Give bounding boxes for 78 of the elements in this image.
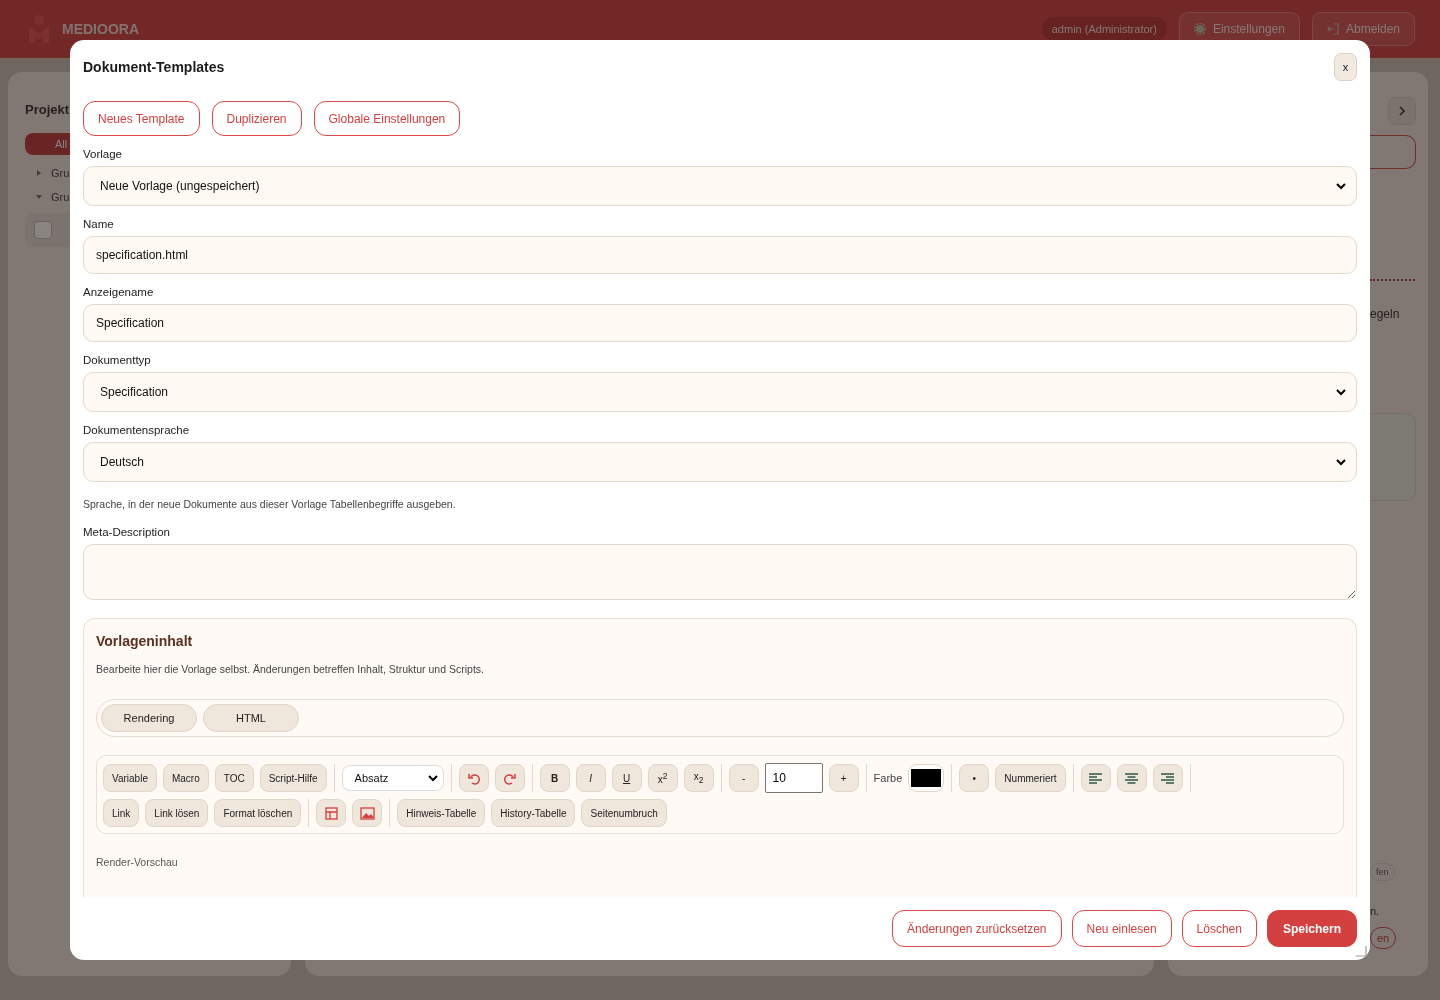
footer-button[interactable]: Änderungen zurücksetzen bbox=[892, 910, 1062, 947]
align-center-button[interactable] bbox=[1116, 764, 1147, 792]
hint-text: Sprache, in der neue Dokumente aus dieser Vorlage Tabellenbegriffe ausgeben. bbox=[83, 498, 457, 510]
field-label: Anzeigename bbox=[83, 286, 155, 298]
toolbar-button[interactable]: Hinweis-Tabelle bbox=[397, 799, 486, 827]
paragraph-select[interactable]: Absatz bbox=[341, 765, 444, 791]
section-title: Vorlageninhalt bbox=[96, 633, 194, 649]
align-right-button[interactable] bbox=[1152, 764, 1183, 792]
toolbar-button[interactable]: Link bbox=[103, 799, 140, 827]
toolbar-button[interactable]: TOC bbox=[214, 764, 254, 792]
save-button[interactable]: Speichern bbox=[1266, 910, 1357, 947]
resize-grip-icon bbox=[1355, 945, 1367, 957]
brand-name: MEDIOORA bbox=[62, 21, 139, 37]
action-button[interactable]: Globale Einstellungen bbox=[313, 101, 461, 136]
align-right-icon bbox=[1161, 772, 1175, 784]
rule-label: egeln bbox=[1370, 307, 1400, 321]
align-center-icon bbox=[1125, 772, 1139, 784]
image-icon bbox=[359, 806, 375, 820]
color-picker[interactable] bbox=[908, 764, 945, 792]
toolbar-button[interactable]: Nummeriert bbox=[995, 764, 1066, 792]
chevron-button[interactable] bbox=[1388, 97, 1416, 125]
field-label: Name bbox=[83, 218, 115, 230]
font-size-field[interactable]: 10 bbox=[764, 763, 823, 793]
input-field[interactable]: Specification bbox=[83, 304, 1357, 342]
toolbar-button[interactable]: • bbox=[959, 764, 990, 792]
panel-title: Projekt bbox=[25, 102, 70, 117]
close-button[interactable]: x bbox=[1334, 53, 1357, 81]
tab[interactable]: Rendering bbox=[101, 704, 197, 732]
field-label: Dokumenttyp bbox=[83, 354, 152, 366]
chevron-down-icon bbox=[1336, 182, 1346, 190]
footer-button[interactable]: Löschen bbox=[1181, 910, 1257, 947]
align-left-icon bbox=[1089, 772, 1103, 784]
user-badge: admin (Administrator) bbox=[1041, 17, 1167, 41]
align-left-button[interactable] bbox=[1080, 764, 1111, 792]
chevron-down-icon bbox=[1336, 388, 1346, 396]
toolbar-button[interactable]: Macro bbox=[162, 764, 209, 792]
toolbar-button[interactable]: Format löschen bbox=[214, 799, 302, 827]
select-field[interactable]: Specification bbox=[83, 372, 1357, 412]
logout-icon bbox=[1326, 23, 1339, 35]
input-field[interactable]: specification.html bbox=[83, 236, 1357, 274]
preview-label: Render-Vorschau bbox=[96, 856, 179, 868]
checkbox[interactable] bbox=[34, 221, 52, 239]
field-label: Vorlage bbox=[83, 148, 123, 160]
chevron-down-icon bbox=[427, 774, 438, 782]
select-field[interactable]: Deutsch bbox=[83, 442, 1357, 482]
underline-button[interactable]: U bbox=[611, 764, 642, 792]
table-icon bbox=[324, 806, 338, 820]
section-description: Bearbeite hier die Vorlage selbst. Änderungen betreffen Inhalt, Struktur und Scripts. bbox=[96, 663, 485, 675]
chevron-icon bbox=[1398, 106, 1406, 116]
action-button[interactable]: Neues Template bbox=[83, 101, 200, 136]
redo-button[interactable] bbox=[494, 764, 525, 792]
color-label: Farbe bbox=[873, 772, 903, 784]
field-label: Meta-Description bbox=[83, 526, 171, 538]
table-button[interactable] bbox=[316, 799, 347, 827]
toolbar-button[interactable]: Seitenumbruch bbox=[581, 799, 667, 827]
toolbar-button[interactable]: x$^{2}$ bbox=[647, 764, 678, 792]
settings-icon bbox=[1193, 23, 1206, 35]
toolbar-button[interactable]: + bbox=[828, 764, 859, 792]
toolbar-button[interactable]: Link lösen bbox=[145, 799, 209, 827]
select-field[interactable]: Neue Vorlage (ungespeichert) bbox=[83, 166, 1357, 206]
toolbar-button[interactable]: - bbox=[728, 764, 759, 792]
field-label: Dokumentensprache bbox=[83, 424, 191, 436]
note-text: n. bbox=[1370, 905, 1380, 917]
toolbar-button[interactable]: History-Tabelle bbox=[491, 799, 576, 827]
bold-button[interactable]: B bbox=[539, 764, 570, 792]
toolbar-button[interactable]: Variable bbox=[103, 764, 157, 792]
image-button[interactable] bbox=[352, 799, 383, 827]
toolbar-button[interactable]: Script-Hilfe bbox=[259, 764, 327, 792]
footer-button[interactable]: Neu einlesen bbox=[1071, 910, 1172, 947]
undo-button[interactable] bbox=[458, 764, 489, 792]
italic-button[interactable]: I bbox=[575, 764, 606, 792]
redo-icon bbox=[503, 771, 516, 785]
toolbar-button[interactable]: x$_{2}$ bbox=[683, 764, 714, 792]
tab[interactable]: HTML bbox=[203, 704, 299, 732]
action-button[interactable]: Duplizieren bbox=[211, 101, 302, 136]
chevron-down-icon bbox=[1336, 458, 1346, 466]
modal-title: Dokument-Templates bbox=[83, 59, 225, 75]
undo-icon bbox=[467, 771, 480, 785]
